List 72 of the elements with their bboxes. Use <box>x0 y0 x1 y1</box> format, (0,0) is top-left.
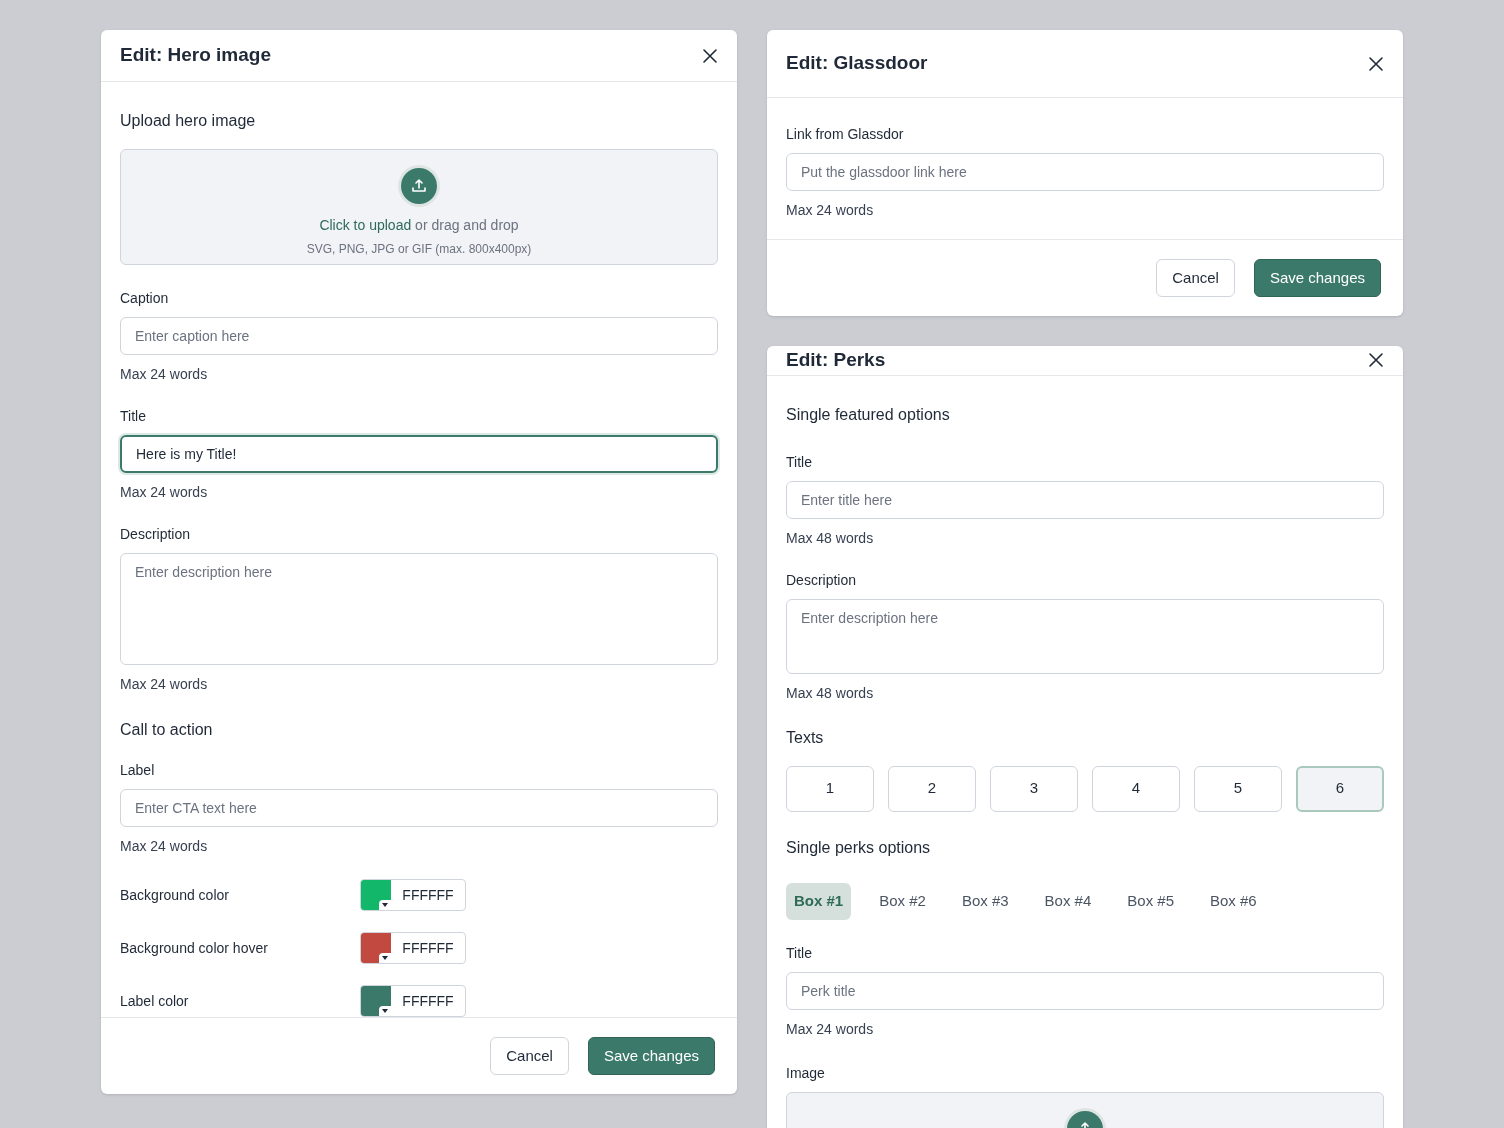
save-changes-button[interactable]: Save changes <box>1253 259 1381 297</box>
section-heading: Upload hero image <box>120 111 257 131</box>
section-heading: Call to action <box>120 720 214 740</box>
caret-icon <box>379 953 391 963</box>
text-option-tile[interactable]: 5 <box>1194 765 1282 812</box>
color-picker[interactable]: FFFFFF <box>360 879 466 911</box>
save-changes-button[interactable]: Save changes <box>587 1037 715 1075</box>
field-label: Description <box>786 570 858 590</box>
box-tab[interactable]: Box #1 <box>786 882 852 920</box>
dialog-title: Edit: Perks <box>786 348 886 372</box>
field-label: Image <box>786 1063 826 1083</box>
helper-text: Max 24 words <box>120 483 209 502</box>
box-tab[interactable]: Box #5 <box>1119 882 1182 920</box>
input-field[interactable]: Enter CTA text here <box>120 789 718 827</box>
field-label: Title <box>786 452 813 472</box>
field-label: Description <box>120 525 192 544</box>
cancel-button[interactable]: Cancel <box>490 1037 569 1075</box>
field-label: Title <box>786 943 813 963</box>
text-option-tile[interactable]: 4 <box>1092 765 1180 812</box>
helper-text: Max 24 words <box>120 365 209 384</box>
caret-icon <box>379 900 391 910</box>
field-label: Caption <box>120 289 170 308</box>
color-picker[interactable]: FFFFFF <box>360 985 466 1017</box>
helper-text: Max 48 words <box>786 683 875 703</box>
upload-icon <box>398 165 440 207</box>
helper-text: Max 24 words <box>120 837 209 856</box>
box-tab[interactable]: Box #3 <box>953 882 1017 920</box>
helper-text: Max 24 words <box>786 1019 875 1039</box>
color-hex-value: FFFFFF <box>401 938 455 958</box>
field-label: Title <box>120 407 147 426</box>
text-option-tile[interactable]: 1 <box>786 765 874 812</box>
caret-icon <box>379 1006 391 1016</box>
color-picker[interactable]: FFFFFF <box>360 932 466 964</box>
helper-text: Max 24 words <box>120 675 209 694</box>
text-area[interactable]: Enter description here <box>120 553 718 665</box>
color-swatch[interactable] <box>361 986 391 1016</box>
upload-instructions: Click to upload or drag and drop <box>319 216 519 235</box>
input-field[interactable]: Perk title <box>786 971 1384 1010</box>
box-tab[interactable]: Box #4 <box>1036 882 1100 920</box>
input-field[interactable]: Here is my Title! <box>120 435 718 473</box>
color-swatch[interactable] <box>361 933 391 963</box>
field-label: Link from Glassdor <box>786 125 905 144</box>
input-field[interactable]: Enter title here <box>786 480 1384 519</box>
upload-hint: SVG, PNG, JPG or GIF (max. 800x400px) <box>306 241 532 258</box>
section-heading: Single perks options <box>786 837 932 858</box>
text-area[interactable]: Enter description here <box>786 598 1384 674</box>
close-icon[interactable] <box>1368 352 1384 369</box>
dialog-title: Edit: Hero image <box>120 43 271 68</box>
box-tab[interactable]: Box #2 <box>871 882 934 920</box>
upload-link[interactable]: Click to upload <box>319 217 412 233</box>
input-field[interactable]: Enter caption here <box>120 317 718 355</box>
close-icon[interactable] <box>702 47 718 64</box>
color-hex-value: FFFFFF <box>401 991 455 1011</box>
helper-text: Max 24 words <box>786 201 875 220</box>
color-label: Label color <box>120 991 190 1011</box>
field-label: Label <box>120 761 156 780</box>
color-swatch[interactable] <box>361 880 391 910</box>
cancel-button[interactable]: Cancel <box>1156 259 1235 297</box>
section-heading: Texts <box>786 727 825 748</box>
box-tab[interactable]: Box #6 <box>1202 882 1265 920</box>
text-option-tile[interactable]: 2 <box>888 765 976 812</box>
section-heading: Single featured options <box>786 404 951 425</box>
color-label: Background color <box>120 885 230 905</box>
color-label: Background color hover <box>120 938 269 958</box>
upload-dropzone[interactable]: Click to upload or drag and drop SVG, PNG, JPG or GIF (max. 800x400px) <box>120 149 718 265</box>
text-option-tile[interactable]: 6 <box>1296 765 1384 812</box>
input-field[interactable]: Put the glassdoor link here <box>786 153 1384 191</box>
close-icon[interactable] <box>1368 55 1384 72</box>
text-option-tile[interactable]: 3 <box>990 765 1078 812</box>
color-hex-value: FFFFFF <box>401 885 455 905</box>
helper-text: Max 48 words <box>786 528 875 548</box>
dialog-title: Edit: Glassdoor <box>786 51 928 76</box>
